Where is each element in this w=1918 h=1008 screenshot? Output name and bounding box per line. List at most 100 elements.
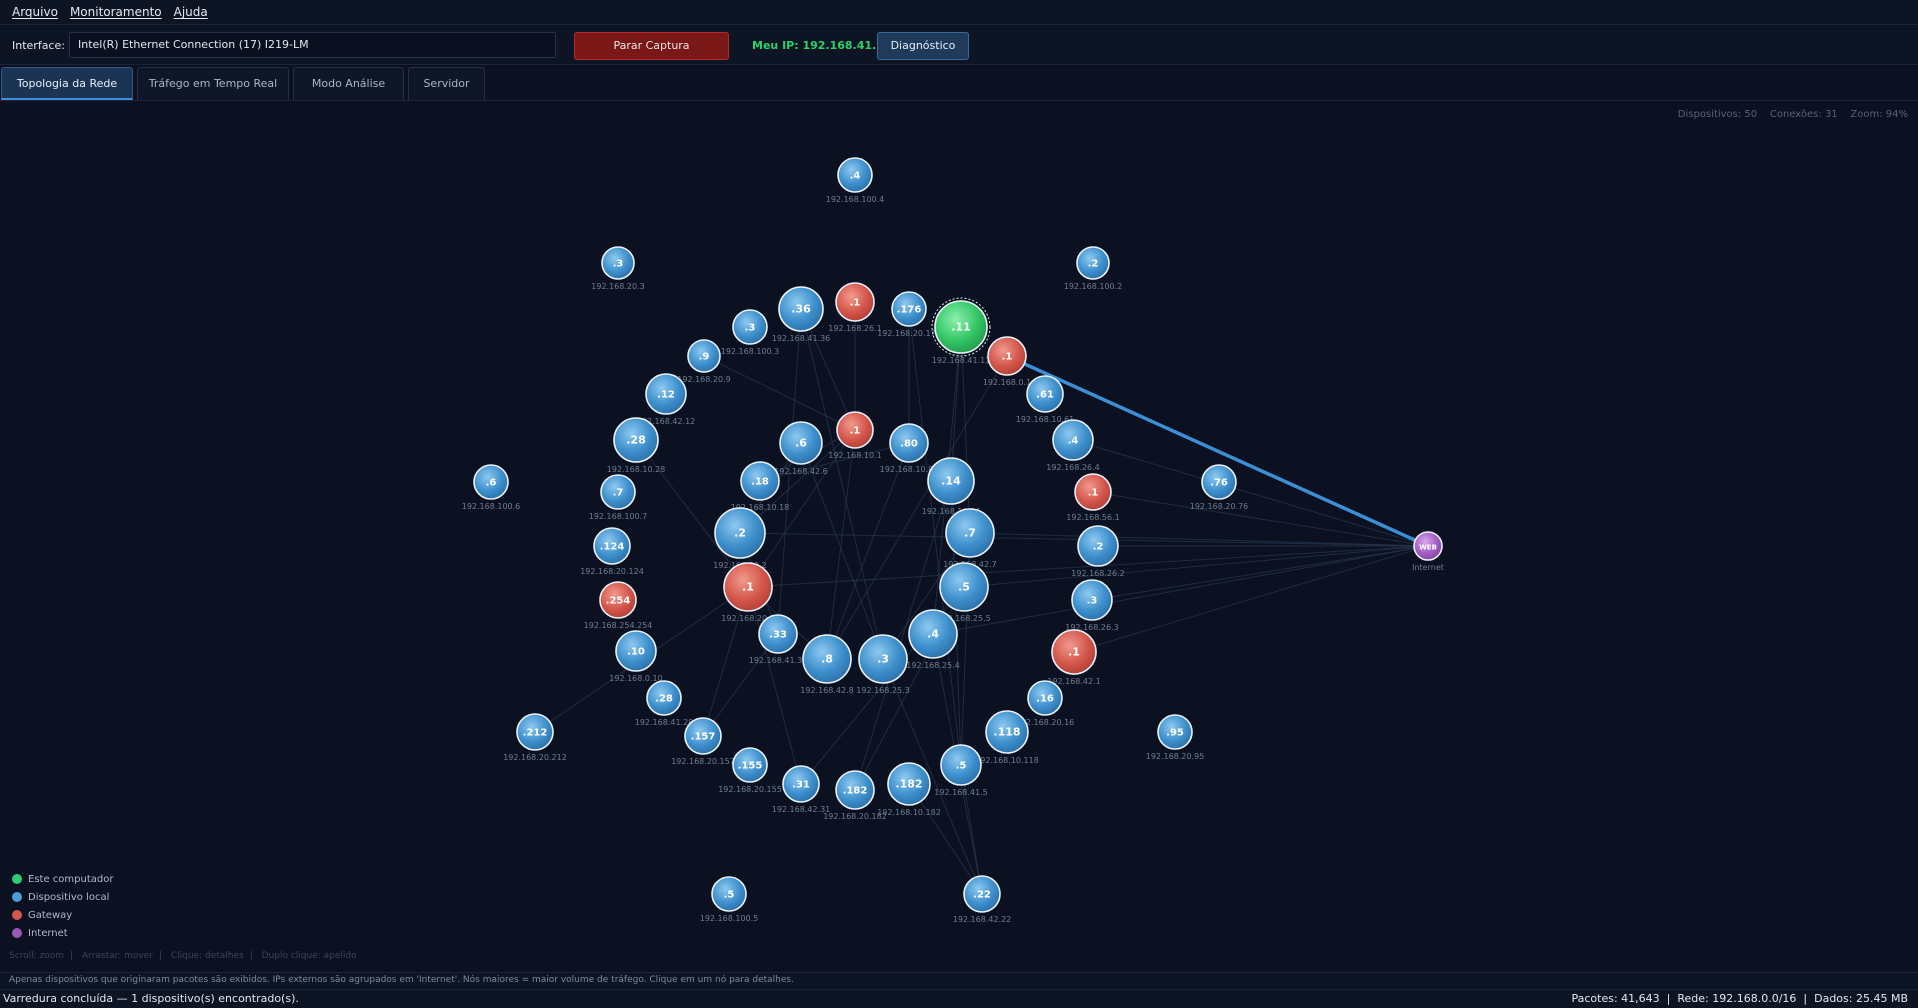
legend-item-gateway: Gateway [12, 906, 113, 924]
status-bar: Varredura concluída — 1 dispositivo(s) e… [0, 989, 1918, 1008]
zoom-level: Zoom: 94% [1850, 109, 1908, 120]
node-label: .7 [964, 527, 976, 540]
tab-trafego[interactable]: Tráfego em Tempo Real [137, 67, 289, 100]
node-ip-label: 192.168.25.4 [906, 661, 959, 670]
node-ip-label: 192.168.20.176 [877, 329, 941, 338]
stop-capture-button[interactable]: Parar Captura [574, 32, 729, 60]
gateway-node[interactable]: .1192.168.20.1 [721, 562, 775, 623]
gateway-node[interactable]: .1 192.168.26.1 [828, 282, 882, 333]
node-ip-label: 192.168.25.3 [856, 686, 909, 695]
topology-canvas[interactable]: .4 192.168.100.4 .3 192.168.20.3 .2 192.168.1… [0, 102, 1918, 972]
node-label: .3 [877, 653, 889, 666]
diagnostics-button[interactable]: Diagnóstico [877, 32, 969, 60]
self-node[interactable]: .11 192.168.41.11 [931, 297, 991, 365]
device-node[interactable]: .176 192.168.20.176 [877, 291, 941, 338]
device-node[interactable]: .10 192.168.0.10 [609, 630, 663, 683]
topology-graph[interactable]: .4 192.168.100.4 .3 192.168.20.3 .2 192.168.1… [0, 102, 1918, 972]
node-label: .7 [613, 488, 624, 499]
node-label: .2 [1093, 542, 1104, 553]
node-label: .28 [626, 434, 646, 447]
node-ip-label: 192.168.254.254 [584, 621, 653, 630]
node-label: .95 [1166, 728, 1184, 739]
device-node[interactable]: .3 192.168.25.3 [856, 634, 910, 695]
node-ip-label: 192.168.41.28 [635, 718, 694, 727]
gateway-node[interactable]: .1 192.168.0.1 [983, 336, 1031, 387]
device-node[interactable]: .5 192.168.41.5 [934, 744, 988, 797]
gateway-node[interactable]: .1 192.168.56.1 [1066, 473, 1120, 522]
device-node[interactable]: .28 192.168.41.28 [635, 680, 694, 727]
node-label: .3 [745, 323, 756, 334]
device-node[interactable]: .5 192.168.100.5 [700, 876, 759, 923]
gateway-node[interactable]: .1192.168.42.1 [1047, 629, 1101, 686]
gateway-dot-icon [12, 910, 22, 920]
device-node[interactable]: .80192.168.10.80 [880, 423, 939, 474]
node-ip-label: 192.168.10.1 [828, 451, 881, 460]
node-ip-label: 192.168.0.1 [983, 378, 1031, 387]
node-ip-label: 192.168.42.8 [800, 686, 853, 695]
node-label: .254 [606, 596, 631, 607]
tab-servidor[interactable]: Servidor [408, 67, 485, 100]
device-node[interactable]: .2 192.168.26.2 [1071, 525, 1125, 578]
node-label: .6 [795, 437, 807, 450]
device-node[interactable]: .2192.168.20.2 [713, 507, 767, 570]
node-label: .31 [792, 780, 810, 791]
connection-line [826, 442, 910, 660]
info-bar: Apenas dispositivos que originaram pacot… [0, 972, 1918, 988]
node-label: .1 [1002, 352, 1013, 363]
menu-arquivo[interactable]: Arquivo [6, 5, 64, 19]
device-node[interactable]: .28 192.168.10.28 [607, 417, 666, 474]
menu-monitoramento[interactable]: Monitoramento [64, 5, 168, 19]
node-label: .5 [956, 761, 967, 772]
node-ip-label: 192.168.10.182 [877, 808, 941, 817]
node-ip-label: 192.168.100.3 [721, 347, 780, 356]
node-label: .2 [1088, 259, 1099, 270]
device-node[interactable]: .4 192.168.100.4 [826, 157, 885, 204]
node-label: .5 [724, 890, 735, 901]
node-label: .182 [895, 778, 922, 791]
gateway-node[interactable]: .1 192.168.10.1 [828, 411, 882, 460]
node-ip-label: 192.168.26.4 [1046, 463, 1099, 472]
device-node[interactable]: .22 192.168.42.22 [953, 875, 1012, 924]
node-label: .28 [655, 694, 673, 705]
internet-node[interactable]: WEB Internet [1412, 531, 1444, 572]
device-node[interactable]: .7 192.168.100.7 [589, 474, 648, 521]
device-node[interactable]: .3 192.168.100.3 [721, 309, 780, 356]
device-node[interactable]: .3 192.168.20.3 [591, 246, 645, 291]
device-node[interactable]: .4 192.168.25.4 [906, 609, 960, 670]
node-label: .18 [751, 477, 769, 488]
node-ip-label: 192.168.26.2 [1071, 569, 1124, 578]
gateway-node[interactable]: .254 192.168.254.254 [584, 581, 653, 630]
device-node[interactable]: .2 192.168.100.2 [1064, 246, 1123, 291]
device-node[interactable]: .212 192.168.20.212 [503, 713, 567, 762]
packet-count: Pacotes: 41,643 [1571, 992, 1660, 1005]
device-node[interactable]: .6 192.168.100.6 [462, 464, 521, 511]
menu-ajuda[interactable]: Ajuda [168, 5, 214, 19]
status-message: Varredura concluída — 1 dispositivo(s) e… [3, 992, 299, 1005]
node-label: WEB [1419, 544, 1437, 552]
device-node[interactable]: .155 192.168.20.155 [718, 747, 782, 794]
tab-topologia[interactable]: Topologia da Rede [1, 67, 133, 100]
menu-bar: Arquivo Monitoramento Ajuda [0, 0, 1918, 25]
device-node[interactable]: .95 192.168.20.95 [1146, 714, 1205, 761]
node-ip-label: 192.168.42.6 [774, 467, 827, 476]
device-node[interactable]: .76 192.168.20.76 [1190, 464, 1249, 511]
device-node[interactable]: .3192.168.26.3 [1065, 579, 1119, 632]
device-node[interactable]: .4 192.168.26.4 [1046, 419, 1100, 472]
node-label: .9 [699, 352, 710, 363]
interface-select[interactable]: Intel(R) Ethernet Connection (17) I219-L… [69, 32, 556, 58]
usage-hints: Scroll: zoom | Arrastar: mover | Clique: d… [9, 951, 357, 961]
device-node[interactable]: .182 192.168.10.182 [877, 762, 941, 817]
node-label: .6 [486, 478, 497, 489]
node-label: .1 [850, 298, 861, 309]
node-ip-label: 192.168.20.212 [503, 753, 567, 762]
device-node[interactable]: .36 192.168.41.36 [772, 286, 831, 343]
connection-count: Conexões: 31 [1769, 109, 1838, 120]
node-label: .212 [523, 728, 548, 739]
device-node[interactable]: .8 192.168.42.8 [800, 634, 854, 695]
device-node[interactable]: .124 192.168.20.124 [580, 527, 644, 576]
node-label: .61 [1036, 390, 1054, 401]
tab-analise[interactable]: Modo Análise [293, 67, 404, 100]
device-node[interactable]: .6 192.168.42.6 [774, 421, 828, 476]
data-volume: Dados: 25.45 MB [1814, 992, 1908, 1005]
device-node[interactable]: .7192.168.42.7 [943, 508, 997, 569]
